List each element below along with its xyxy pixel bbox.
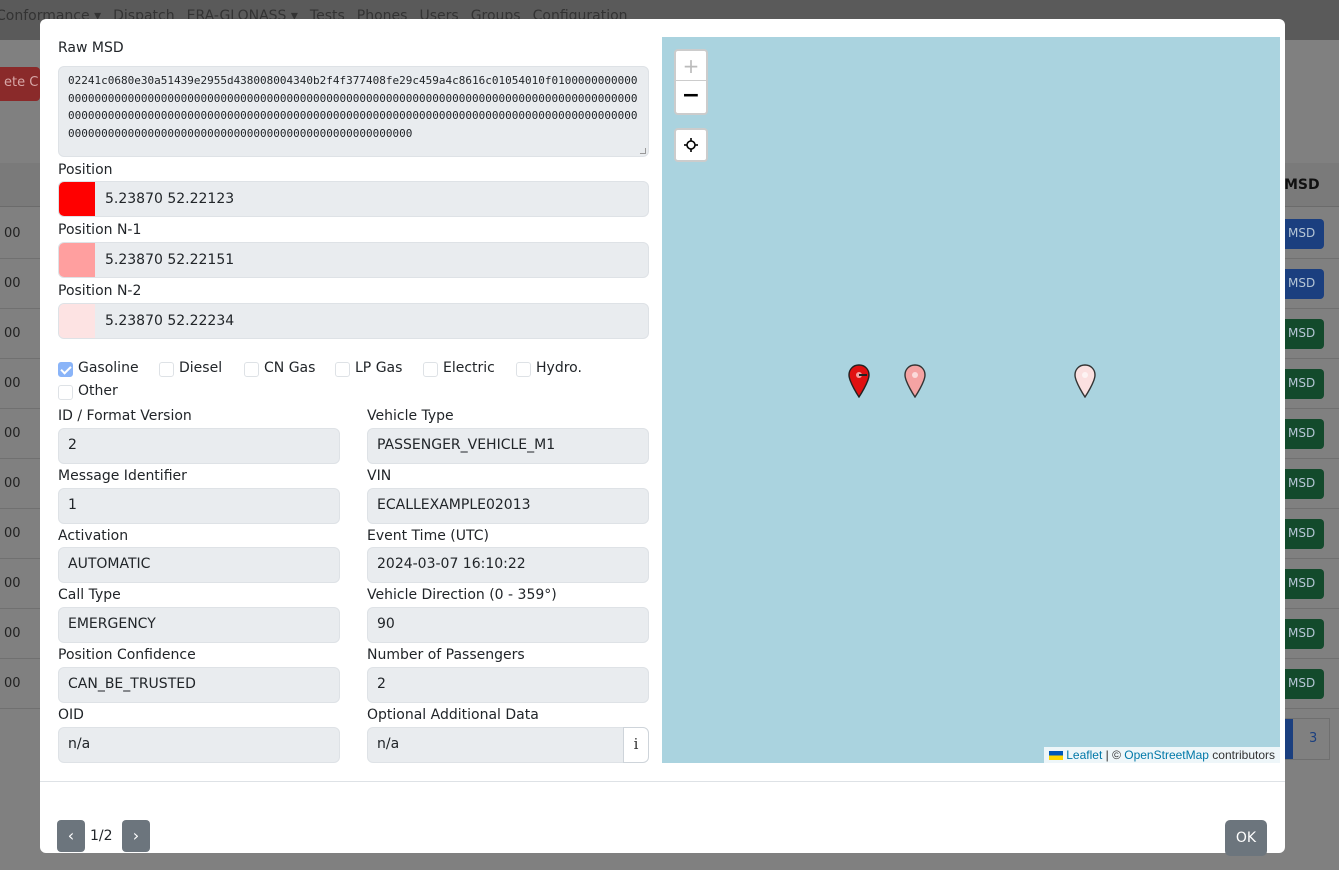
background-row-cell: 00	[4, 526, 21, 541]
activation-label: Activation	[58, 528, 129, 544]
vin-label: VIN	[367, 468, 392, 484]
vehicle-type-label: Vehicle Type	[367, 408, 454, 424]
attribution-separator: | ©	[1102, 748, 1125, 762]
position-marker-icon[interactable]	[848, 364, 870, 398]
background-row-cell: 00	[4, 326, 21, 341]
oid-label: OID	[58, 707, 84, 723]
attribution-suffix: contributors	[1208, 748, 1275, 762]
call-type-label: Call Type	[58, 587, 121, 603]
position-label: Position	[58, 162, 113, 178]
number-of-passengers-label: Number of Passengers	[367, 647, 525, 663]
raw-msd-textarea[interactable]: 02241c0680e30a51439e2955d438008004340b2f…	[58, 66, 649, 157]
ok-button[interactable]: OK	[1225, 820, 1267, 856]
raw-msd-label: Raw MSD	[58, 40, 124, 56]
vehicle-direction-field: 90	[367, 607, 649, 643]
call-type-field: EMERGENCY	[58, 607, 340, 643]
modal-footer: ‹ 1/2 › OK	[40, 781, 1285, 856]
openstreetmap-link[interactable]: OpenStreetMap	[1124, 748, 1209, 762]
vehicle-type-field: PASSENGER_VEHICLE_M1	[367, 428, 649, 464]
message-identifier-label: Message Identifier	[58, 468, 187, 484]
background-msd-column-header: MSD	[1284, 177, 1320, 193]
position-n2-color-swatch	[59, 304, 95, 338]
position-n1-label: Position N-1	[58, 222, 142, 238]
background-delete-button: ete C	[0, 67, 40, 101]
position-color-swatch	[59, 182, 95, 216]
position-n2-label: Position N-2	[58, 283, 142, 299]
optional-additional-data-label: Optional Additional Data	[367, 707, 539, 723]
oid-field: n/a	[58, 727, 340, 763]
msd-modal: Raw MSD 02241c0680e30a51439e2955d4380080…	[40, 19, 1285, 856]
page-indicator: 1/2	[90, 828, 113, 844]
position-field: 5.23870 52.22123	[58, 181, 649, 217]
position-confidence-label: Position Confidence	[58, 647, 196, 663]
map-attribution: Leaflet | © OpenStreetMap contributors	[1044, 747, 1280, 763]
number-of-passengers-field: 2	[367, 667, 649, 703]
crosshair-icon	[684, 138, 698, 152]
position-n1-value: 5.23870 52.22151	[105, 252, 235, 268]
locate-button[interactable]	[674, 128, 708, 162]
resize-grip-icon[interactable]	[640, 148, 646, 154]
previous-page-button[interactable]: ‹	[57, 820, 85, 852]
position-n2-field: 5.23870 52.22234	[58, 303, 649, 339]
background-row-cell: 00	[4, 676, 21, 691]
background-row-cell: 00	[4, 376, 21, 391]
background-row-cell: 00	[4, 226, 21, 241]
position-n2-value: 5.23870 52.22234	[105, 313, 235, 329]
info-icon[interactable]: i	[623, 727, 649, 763]
id-format-version-field: 2	[58, 428, 340, 464]
id-format-version-label: ID / Format Version	[58, 408, 192, 424]
map[interactable]: + − Leaflet | © OpenStreetMap contributo…	[662, 37, 1280, 763]
event-time-field: 2024-03-07 16:10:22	[367, 547, 649, 583]
background-row-cell: 00	[4, 276, 21, 291]
position-value: 5.23870 52.22123	[105, 191, 235, 207]
zoom-out-button[interactable]: −	[676, 82, 706, 112]
optional-additional-data-field: n/a	[367, 727, 625, 763]
message-identifier-field: 1	[58, 488, 340, 524]
zoom-in-button[interactable]: +	[676, 51, 706, 81]
ukraine-flag-icon	[1049, 751, 1064, 760]
background-pagination: 3	[1284, 718, 1330, 760]
modal-body: Raw MSD 02241c0680e30a51439e2955d4380080…	[40, 19, 1285, 781]
position-n2-marker-icon[interactable]	[1074, 364, 1096, 398]
background-row-cell: 00	[4, 426, 21, 441]
position-confidence-field: CAN_BE_TRUSTED	[58, 667, 340, 703]
position-n1-field: 5.23870 52.22151	[58, 242, 649, 278]
activation-field: AUTOMATIC	[58, 547, 340, 583]
vehicle-direction-label: Vehicle Direction (0 - 359°)	[367, 587, 557, 603]
leaflet-link[interactable]: Leaflet	[1066, 748, 1102, 762]
background-row-cell: 00	[4, 626, 21, 641]
raw-msd-value: 02241c0680e30a51439e2955d438008004340b2f…	[68, 74, 638, 140]
vin-field: ECALLEXAMPLE02013	[367, 488, 649, 524]
background-page-3: 3	[1309, 731, 1318, 746]
next-page-button[interactable]: ›	[122, 820, 150, 852]
event-time-label: Event Time (UTC)	[367, 528, 489, 544]
background-row-cell: 00	[4, 576, 21, 591]
zoom-control: + −	[674, 49, 708, 115]
background-row-cell: 00	[4, 476, 21, 491]
position-n1-color-swatch	[59, 243, 95, 277]
position-n1-marker-icon[interactable]	[904, 364, 926, 398]
